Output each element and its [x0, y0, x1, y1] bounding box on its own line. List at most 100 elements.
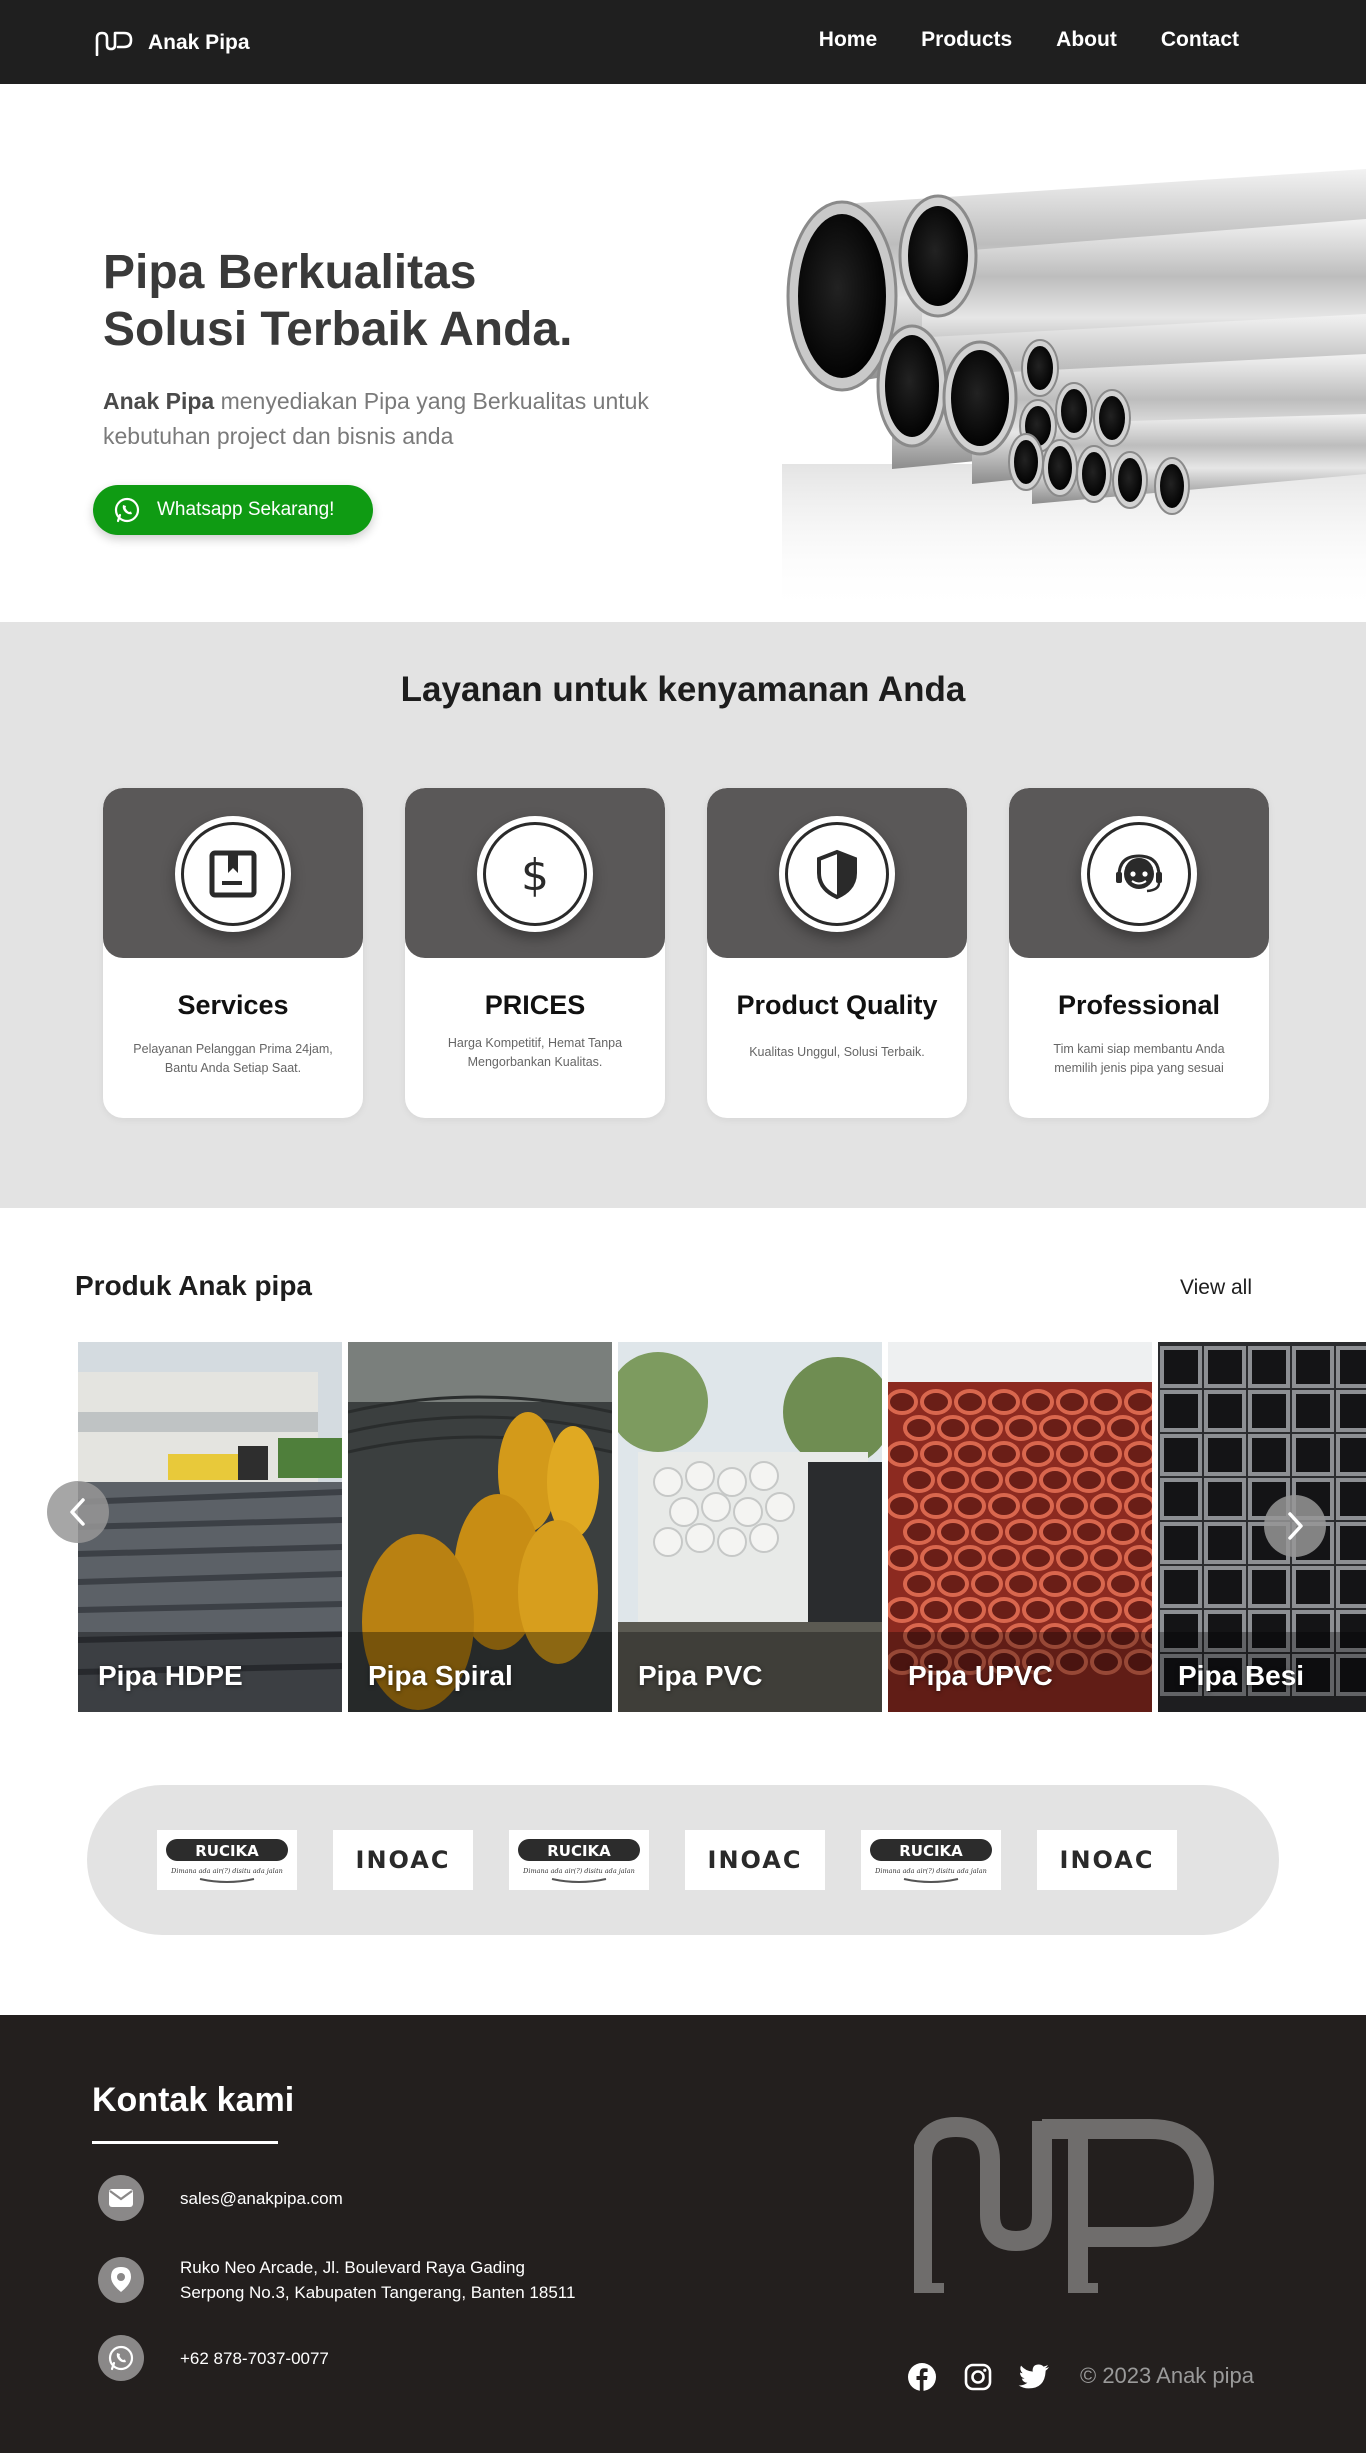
footer: Kontak kami sales@anakpipa.com Ruko Neo … — [0, 2015, 1366, 2453]
carousel-prev-button[interactable] — [47, 1481, 109, 1543]
contact-phone-row: +62 878-7037-0077 — [98, 2335, 329, 2381]
hdpe-pipe-photo — [78, 1342, 342, 1712]
nav-links: Home Products About Contact — [819, 28, 1239, 52]
address-line2: Serpong No.3, Kabupaten Tangerang, Bante… — [180, 2283, 576, 2302]
carousel-next-button[interactable] — [1264, 1495, 1326, 1557]
product-card-pvc[interactable]: Pipa PVC — [618, 1342, 882, 1712]
svg-text:INOAC: INOAC — [356, 1846, 451, 1874]
service-card-prices: $ PRICES Harga Kompetitif, Hemat Tanpa M… — [405, 788, 665, 1118]
contact-address: Ruko Neo Arcade, Jl. Boulevard Raya Gadi… — [180, 2255, 575, 2305]
svg-text:RUCIKA: RUCIKA — [547, 1842, 611, 1860]
card-icon-circle — [779, 816, 895, 932]
service-card-services: Services Pelayanan Pelanggan Prima 24jam… — [103, 788, 363, 1118]
hero-title: Pipa Berkualitas Solusi Terbaik Anda. — [103, 244, 723, 358]
support-agent-icon — [1116, 854, 1162, 893]
brand-logo-inoac: INOAC — [685, 1830, 825, 1890]
contact-email[interactable]: sales@anakpipa.com — [180, 2186, 343, 2211]
whatsapp-icon — [98, 2335, 144, 2381]
location-pin-icon — [98, 2257, 144, 2303]
card-description: Harga Kompetitif, Hemat Tanpa Mengorbank… — [447, 1036, 623, 1069]
pvc-pipe-photo — [618, 1342, 882, 1712]
chevron-right-icon — [1288, 1512, 1303, 1540]
services-section: Layanan untuk kenyamanan Anda Services P… — [0, 622, 1366, 1208]
product-label: Pipa PVC — [638, 1660, 763, 1691]
svg-text:RUCIKA: RUCIKA — [195, 1842, 259, 1860]
nav-contact[interactable]: Contact — [1161, 28, 1239, 52]
rucika-logo: RUCIKA Dimana ada air(?) disitu ada jala… — [518, 1839, 640, 1883]
service-card-quality: Product Quality Kualitas Unggul, Solusi … — [707, 788, 967, 1118]
brand-name: Anak Pipa — [148, 31, 250, 54]
product-label: Pipa Spiral — [368, 1660, 513, 1691]
card-description: Kualitas Unggul, Solusi Terbaik. — [749, 1045, 925, 1059]
brand-logo-inoac: INOAC — [333, 1830, 473, 1890]
card-title: Product Quality — [736, 990, 938, 1020]
svg-text:INOAC: INOAC — [708, 1846, 803, 1874]
twitter-icon[interactable] — [1017, 2360, 1051, 2394]
inoac-logo: INOAC — [708, 1846, 803, 1874]
svg-text:Dimana ada air(?) disitu ada j: Dimana ada air(?) disitu ada jalan — [170, 1867, 283, 1875]
contact-email-row: sales@anakpipa.com — [98, 2175, 343, 2221]
nav-about[interactable]: About — [1056, 28, 1117, 52]
contact-title: Kontak kami — [92, 2081, 295, 2119]
hero-subtitle: Anak Pipa menyediakan Pipa yang Berkuali… — [103, 384, 683, 454]
svg-text:Dimana ada air(?) disitu ada j: Dimana ada air(?) disitu ada jalan — [874, 1867, 987, 1875]
inoac-logo: INOAC — [1060, 1846, 1155, 1874]
hero-title-line1: Pipa Berkualitas — [103, 246, 477, 299]
product-card-upvc[interactable]: Pipa UPVC — [888, 1342, 1152, 1712]
mail-icon — [98, 2175, 144, 2221]
product-card-besi[interactable]: Pipa Besi — [1158, 1342, 1366, 1712]
rucika-logo: RUCIKA Dimana ada air(?) disitu ada jala… — [870, 1839, 992, 1883]
svg-text:Dimana ada air(?) disitu ada j: Dimana ada air(?) disitu ada jalan — [522, 1867, 635, 1875]
partner-brands-strip: RUCIKA Dimana ada air(?) disitu ada jala… — [87, 1785, 1279, 1935]
view-all-link[interactable]: View all — [1180, 1276, 1252, 1300]
product-card-spiral[interactable]: Pipa Spiral — [348, 1342, 612, 1712]
top-navbar: Anak Pipa Home Products About Contact — [0, 0, 1366, 84]
products-title: Produk Anak pipa — [75, 1270, 313, 1301]
card-icon-circle: $ — [477, 816, 593, 932]
inoac-logo: INOAC — [356, 1846, 451, 1874]
page: Anak Pipa Home Products About Contact Pi… — [0, 0, 1366, 2453]
products-carousel: Pipa HDPE Pipa Spiral Pipa PVC Pipa UPVC… — [78, 1342, 1366, 1712]
brand-logo-rucika: RUCIKA Dimana ada air(?) disitu ada jala… — [509, 1830, 649, 1890]
contact-phone[interactable]: +62 878-7037-0077 — [180, 2346, 329, 2371]
product-label: Pipa HDPE — [98, 1660, 243, 1691]
np-footer-logo — [914, 2117, 1215, 2293]
nav-products[interactable]: Products — [921, 28, 1012, 52]
card-title: Professional — [1057, 990, 1221, 1020]
card-description: Pelayanan Pelanggan Prima 24jam, Bantu A… — [133, 1042, 333, 1075]
card-description: Tim kami siap membantu Anda memilih jeni… — [1053, 1042, 1225, 1075]
steel-pipes-image — [672, 124, 1366, 622]
np-logo-icon — [95, 31, 133, 56]
svg-text:INOAC: INOAC — [1060, 1846, 1155, 1874]
brand-logo-rucika: RUCIKA Dimana ada air(?) disitu ada jala… — [861, 1830, 1001, 1890]
hero-subtitle-brand: Anak Pipa — [103, 388, 215, 414]
product-label: Pipa UPVC — [908, 1660, 1053, 1691]
upvc-pipe-photo — [888, 1342, 1152, 1712]
nav-home[interactable]: Home — [819, 28, 877, 52]
service-card-professional: Professional Tim kami siap membantu Anda… — [1009, 788, 1269, 1118]
card-title: PRICES — [484, 990, 586, 1020]
whatsapp-icon — [114, 497, 140, 523]
svg-text:$: $ — [521, 850, 549, 901]
hero-section: Pipa Berkualitas Solusi Terbaik Anda. An… — [0, 84, 1366, 622]
facebook-icon[interactable] — [905, 2360, 939, 2394]
instagram-icon[interactable] — [961, 2360, 995, 2394]
chevron-left-icon — [70, 1498, 85, 1526]
card-title: Services — [177, 990, 289, 1020]
product-label: Pipa Besi — [1178, 1660, 1305, 1691]
card-icon-circle — [1081, 816, 1197, 932]
hero-title-line2: Solusi Terbaik Anda. — [103, 303, 573, 356]
card-icon-circle — [175, 816, 291, 932]
brand-logo-inoac: INOAC — [1037, 1830, 1177, 1890]
services-title: Layanan untuk kenyamanan Anda — [400, 670, 966, 709]
social-links — [905, 2360, 1051, 2394]
steel-pipe-photo — [1158, 1342, 1366, 1712]
spiral-pipe-photo — [348, 1342, 612, 1712]
whatsapp-cta-button[interactable]: Whatsapp Sekarang! — [93, 485, 373, 535]
dollar-icon: $ — [521, 850, 549, 901]
brand[interactable]: Anak Pipa — [94, 28, 250, 58]
title-underline — [92, 2141, 278, 2144]
svg-text:RUCIKA: RUCIKA — [899, 1842, 963, 1860]
product-card-hdpe[interactable]: Pipa HDPE — [78, 1342, 342, 1712]
copyright-text: © 2023 Anak pipa — [1080, 2363, 1255, 2388]
